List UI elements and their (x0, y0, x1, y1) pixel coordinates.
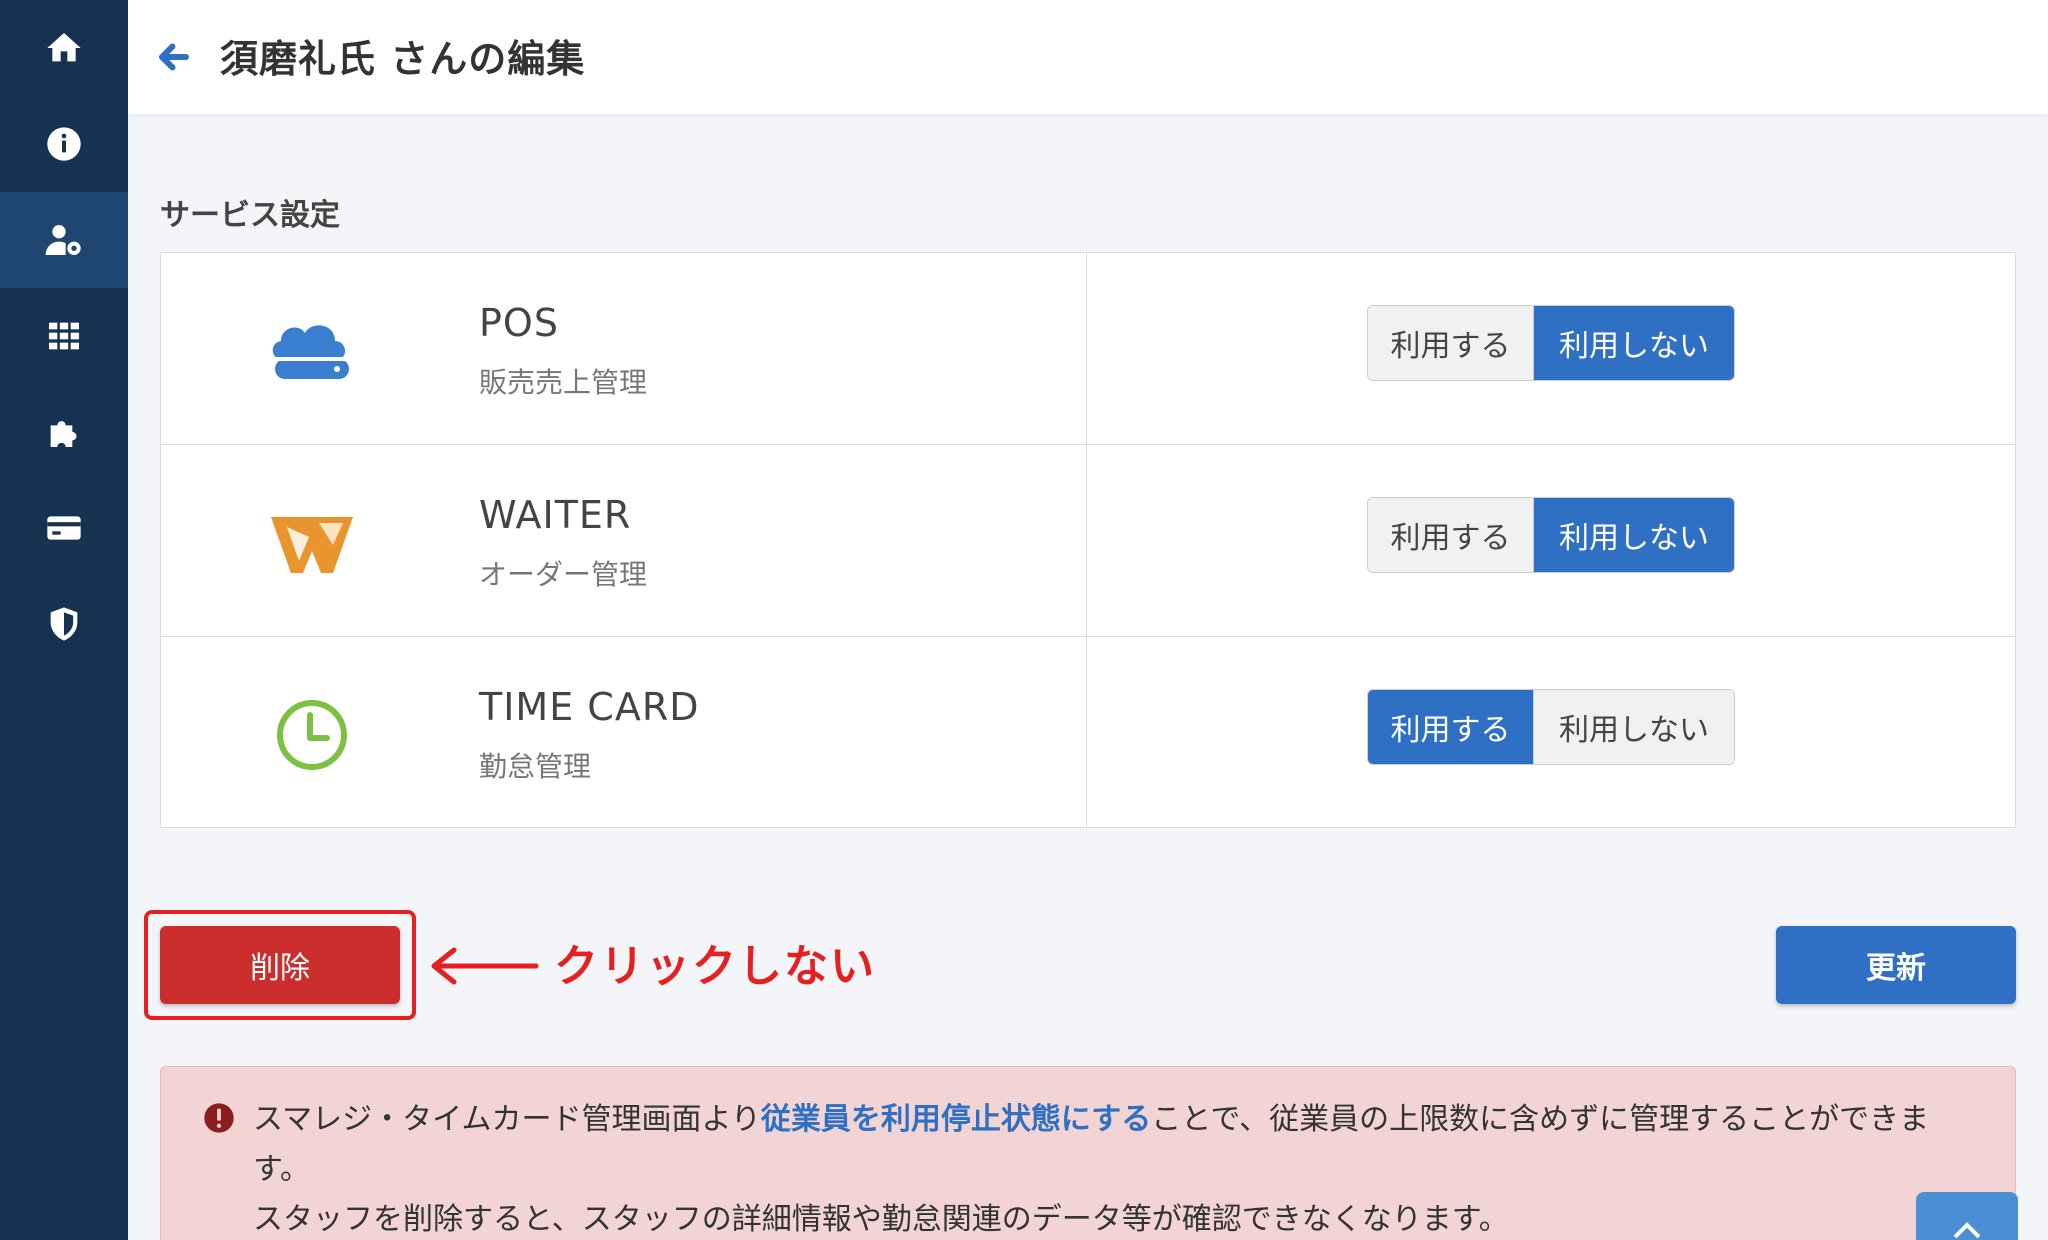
alert-text-line2: スタッフを削除すると、スタッフの詳細情報や勤怠関連のデータ等が確認できなくなりま… (253, 1202, 1509, 1237)
timecard-nouse-button[interactable]: 利用しない (1534, 690, 1734, 764)
sidebar-item-plugins[interactable] (0, 384, 128, 480)
delete-button[interactable]: 削除 (160, 926, 400, 1004)
arrow-left-icon (159, 43, 189, 71)
service-settings-table: POS 販売売上管理 利用する 利用しない WAITER オーダー管理 利用する… (160, 252, 2016, 828)
sidebar-item-staff-settings[interactable] (0, 192, 128, 288)
annotation-arrow-left-icon (431, 947, 539, 985)
cloud-drive-icon (272, 325, 349, 379)
credit-card-icon (47, 516, 81, 540)
service-row-waiter: WAITER オーダー管理 利用する 利用しない (161, 445, 2015, 637)
warning-alert: スマレジ・タイムカード管理画面より従業員を利用停止状態にすることで、従業員の上限… (160, 1066, 2016, 1240)
service-row-timecard: TIME CARD 勤怠管理 利用する 利用しない (161, 637, 2015, 829)
annotation-text: クリックしない (554, 941, 876, 992)
service-name: WAITER (479, 493, 632, 537)
sidebar-item-security[interactable] (0, 576, 128, 672)
timecard-usage-toggle: 利用する 利用しない (1367, 689, 1735, 765)
chevron-up-icon (1953, 1222, 1981, 1239)
sidebar-item-apps[interactable] (0, 288, 128, 384)
pos-use-button[interactable]: 利用する (1368, 306, 1534, 380)
sidebar-item-billing[interactable] (0, 480, 128, 576)
service-info-cell: POS 販売売上管理 (161, 253, 1087, 444)
grid-icon (49, 322, 79, 350)
alert-text-before: スマレジ・タイムカード管理画面より (253, 1102, 761, 1137)
pos-usage-toggle: 利用する 利用しない (1367, 305, 1735, 381)
section-title: サービス設定 (160, 198, 340, 233)
update-button[interactable]: 更新 (1776, 926, 2016, 1004)
page-header: 須磨礼氏 さんの編集 (128, 0, 2048, 114)
alert-message: スマレジ・タイムカード管理画面より従業員を利用停止状態にすることで、従業員の上限… (253, 1095, 1973, 1240)
service-name: TIME CARD (479, 685, 700, 729)
service-info-cell: TIME CARD 勤怠管理 (161, 637, 1087, 828)
page-title: 須磨礼氏 さんの編集 (220, 37, 586, 81)
puzzle-icon (50, 421, 77, 447)
info-icon (47, 127, 81, 161)
clock-icon (277, 700, 347, 770)
shield-icon (50, 607, 78, 641)
service-description: オーダー管理 (479, 558, 648, 591)
sidebar-item-info[interactable] (0, 96, 128, 192)
user-settings-icon (45, 225, 81, 255)
pos-nouse-button[interactable]: 利用しない (1534, 306, 1734, 380)
waiter-nouse-button[interactable]: 利用しない (1534, 498, 1734, 572)
waiter-usage-toggle: 利用する 利用しない (1367, 497, 1735, 573)
service-info-cell: WAITER オーダー管理 (161, 445, 1087, 636)
service-name: POS (479, 301, 559, 345)
sidebar-item-home[interactable] (0, 0, 128, 96)
waiter-use-button[interactable]: 利用する (1368, 498, 1534, 572)
waiter-logo-icon (271, 517, 353, 573)
scroll-to-top-button[interactable] (1916, 1192, 2018, 1240)
sidebar (0, 0, 128, 1240)
home-icon (47, 33, 81, 62)
suspend-employee-link[interactable]: 従業員を利用停止状態にする (761, 1102, 1151, 1137)
service-description: 勤怠管理 (479, 750, 592, 783)
exclamation-circle-icon (204, 1103, 234, 1133)
back-button[interactable] (156, 34, 202, 80)
timecard-use-button[interactable]: 利用する (1368, 690, 1534, 764)
service-description: 販売売上管理 (479, 366, 648, 399)
service-row-pos: POS 販売売上管理 利用する 利用しない (161, 253, 2015, 445)
